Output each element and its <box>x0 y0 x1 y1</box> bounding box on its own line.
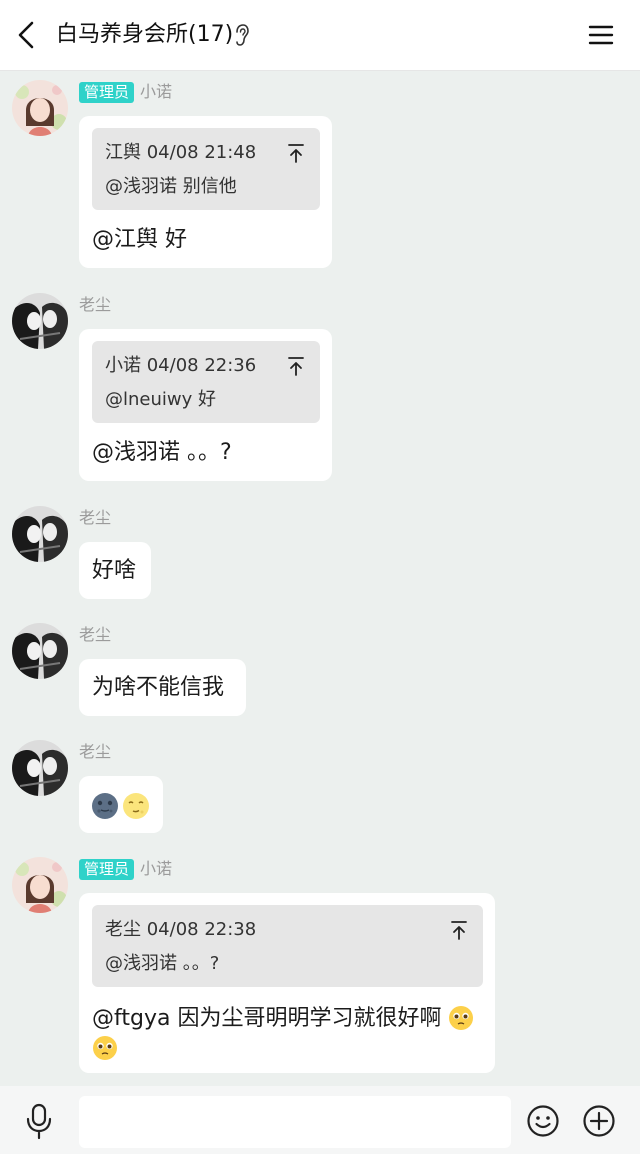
avatar[interactable] <box>12 293 68 349</box>
pleading-face-emoji <box>93 1036 117 1060</box>
message-bubble[interactable]: 好啥 <box>79 542 151 599</box>
jump-to-original-icon[interactable] <box>286 142 306 164</box>
message-text: @浅羽诺 。。? <box>92 440 232 465</box>
message-item: 管理员 小诺 老尘 04/08 22:38 @浅羽诺 。。? @ftgya 因为… <box>0 857 640 1077</box>
full-moon-face-emoji <box>123 793 149 819</box>
message-item: 老尘 小诺 04/08 22:36 @lneuiwy 好 @浅羽诺 。。? <box>0 293 640 483</box>
message-item: 管理员 小诺 江舆 04/08 21:48 @浅羽诺 别信他 @江舆 好 <box>0 80 640 270</box>
message-bubble[interactable]: 小诺 04/08 22:36 @lneuiwy 好 @浅羽诺 。。? <box>79 329 332 481</box>
quoted-reply[interactable]: 江舆 04/08 21:48 @浅羽诺 别信他 <box>92 128 320 210</box>
input-bar <box>0 1086 640 1154</box>
avatar[interactable] <box>12 740 68 796</box>
quote-text: @lneuiwy 好 <box>105 389 216 410</box>
message-text: @ftgya 因为尘哥明明学习就很好啊 <box>92 1004 441 1034</box>
sender-name: 小诺 <box>140 82 173 101</box>
avatar[interactable] <box>12 506 68 562</box>
chat-title[interactable]: 白马养身会所(17) <box>56 19 233 51</box>
avatar[interactable] <box>12 857 68 913</box>
admin-badge: 管理员 <box>79 81 135 103</box>
sender-name: 老尘 <box>79 625 112 644</box>
message-text: 好啥 <box>92 558 137 583</box>
message-bubble[interactable] <box>79 776 163 833</box>
ear-icon[interactable] <box>232 23 252 47</box>
admin-badge: 管理员 <box>79 858 135 880</box>
message-input[interactable] <box>79 1096 511 1148</box>
quote-text: @浅羽诺 别信他 <box>105 176 237 197</box>
microphone-icon[interactable] <box>22 1101 56 1141</box>
avatar[interactable] <box>12 80 68 136</box>
message-text-line: @ftgya 因为尘哥明明学习就很好啊 <box>92 1006 442 1031</box>
sender-name: 老尘 <box>79 295 112 314</box>
message-bubble[interactable]: 江舆 04/08 21:48 @浅羽诺 别信他 @江舆 好 <box>79 116 332 268</box>
quote-header: 小诺 04/08 22:36 <box>105 355 257 376</box>
jump-to-original-icon[interactable] <box>286 355 306 377</box>
jump-to-original-icon[interactable] <box>449 919 469 941</box>
pleading-face-emoji <box>449 1006 473 1030</box>
new-moon-face-emoji <box>92 793 118 819</box>
quote-text: @浅羽诺 。。? <box>105 953 220 974</box>
chat-header: 白马养身会所(17) <box>0 0 640 71</box>
message-item: 老尘 <box>0 740 640 835</box>
quoted-reply[interactable]: 老尘 04/08 22:38 @浅羽诺 。。? <box>92 905 483 987</box>
sender-name: 小诺 <box>140 859 173 878</box>
message-text: 为啥不能信我 <box>92 675 225 700</box>
plus-icon[interactable] <box>582 1104 616 1138</box>
emoji-icon[interactable] <box>526 1104 560 1138</box>
back-arrow-icon[interactable] <box>12 17 44 53</box>
avatar[interactable] <box>12 623 68 679</box>
menu-icon[interactable] <box>586 20 616 50</box>
message-bubble[interactable]: 为啥不能信我 <box>79 659 246 716</box>
message-bubble[interactable]: 老尘 04/08 22:38 @浅羽诺 。。? @ftgya 因为尘哥明明学习就… <box>79 893 495 1073</box>
message-text: @江舆 好 <box>92 227 187 252</box>
message-item: 老尘 为啥不能信我 <box>0 623 640 717</box>
sender-name: 老尘 <box>79 742 112 761</box>
sender-name: 老尘 <box>79 508 112 527</box>
quoted-reply[interactable]: 小诺 04/08 22:36 @lneuiwy 好 <box>92 341 320 423</box>
quote-header: 江舆 04/08 21:48 <box>105 142 257 163</box>
quote-header: 老尘 04/08 22:38 <box>105 919 257 940</box>
message-item: 老尘 好啥 <box>0 506 640 600</box>
